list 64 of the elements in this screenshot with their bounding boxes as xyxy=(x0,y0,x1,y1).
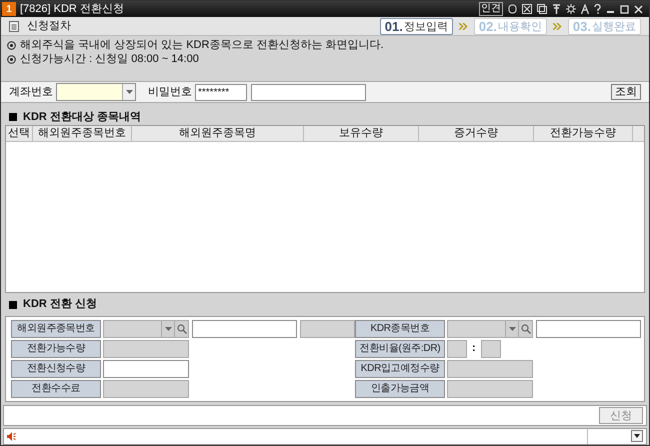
field-label: 전환수수료 xyxy=(11,380,101,398)
help-icon[interactable] xyxy=(594,4,601,14)
column-header: 선택 xyxy=(6,126,33,141)
clipboard-icon xyxy=(9,20,19,32)
text-field[interactable] xyxy=(192,320,297,338)
chevron-icon xyxy=(552,22,562,30)
search-button[interactable] xyxy=(174,320,188,337)
section-title: KDR 전환대상 종목내역 xyxy=(23,110,141,125)
toolbar-icon[interactable] xyxy=(537,4,547,14)
search-icon xyxy=(520,324,530,334)
account-select[interactable] xyxy=(56,83,136,102)
caret-icon xyxy=(508,326,516,331)
window-badge: 1 xyxy=(2,2,16,16)
square-icon xyxy=(9,112,17,121)
chevron-icon xyxy=(458,22,468,30)
field-label: 전환신청수량 xyxy=(11,360,101,378)
account-label: 계좌번호 xyxy=(9,84,53,100)
procedure-title: 신청절차 xyxy=(27,18,71,34)
toolbar-icon[interactable] xyxy=(508,4,517,14)
section-title: KDR 전환 신청 xyxy=(23,297,97,312)
field-label: KDR종목번호 xyxy=(355,320,445,338)
window-title: [7826] KDR 전환신청 xyxy=(20,2,124,17)
password-field[interactable]: ******** xyxy=(195,84,247,101)
text-field[interactable] xyxy=(536,320,641,338)
column-header: 보유수량 xyxy=(304,126,419,141)
quantity-field[interactable] xyxy=(103,360,189,378)
dropdown-button[interactable] xyxy=(631,430,643,442)
bullet-icon xyxy=(7,40,16,50)
toolbar-icon[interactable] xyxy=(522,4,532,14)
readonly-field xyxy=(447,340,467,358)
column-header: 증거수량 xyxy=(419,126,534,141)
readonly-field xyxy=(480,340,501,358)
search-icon xyxy=(176,324,186,334)
text-field[interactable] xyxy=(251,84,366,101)
maximize-icon[interactable] xyxy=(620,4,629,14)
password-label: 비밀번호 xyxy=(148,84,192,100)
column-header: 해외원주종목번호 xyxy=(33,126,132,141)
column-header: 전환가능수량 xyxy=(534,126,633,141)
gear-icon[interactable] xyxy=(566,4,576,14)
field-label: 해외원주종목번호 xyxy=(11,320,101,338)
notice-text: 신청가능시간 : 신청일 08:00 ~ 14:00 xyxy=(20,52,199,67)
field-label: 인출가능금액 xyxy=(355,380,445,398)
field-label: 전환가능수량 xyxy=(11,340,101,358)
lookup-field[interactable] xyxy=(103,320,189,338)
ratio-separator: : xyxy=(472,341,476,356)
square-icon xyxy=(9,300,17,309)
notice-text: 해외주식을 국내에 상장되어 있는 KDR종목으로 전환신청하는 화면입니다. xyxy=(20,38,384,53)
field-label: KDR입고예정수량 xyxy=(355,360,445,378)
query-button[interactable]: 조회 xyxy=(611,84,641,100)
speaker-icon xyxy=(7,432,16,441)
caret-icon xyxy=(126,90,132,94)
close-icon[interactable] xyxy=(634,4,643,14)
caret-icon xyxy=(164,326,172,331)
font-icon[interactable] xyxy=(581,4,589,14)
column-header: 해외원주종목명 xyxy=(132,126,304,141)
lookup-field[interactable] xyxy=(447,320,533,338)
pin-icon[interactable] xyxy=(552,4,561,14)
caret-icon xyxy=(634,434,640,438)
toolbar-label[interactable]: 인견 xyxy=(479,2,503,16)
step-tab[interactable]: 01.정보입력 xyxy=(380,18,453,35)
search-button[interactable] xyxy=(518,320,532,337)
field-label: 전환비율(원주:DR) xyxy=(355,340,445,358)
readonly-field xyxy=(300,320,355,338)
bullet-icon xyxy=(7,54,16,64)
